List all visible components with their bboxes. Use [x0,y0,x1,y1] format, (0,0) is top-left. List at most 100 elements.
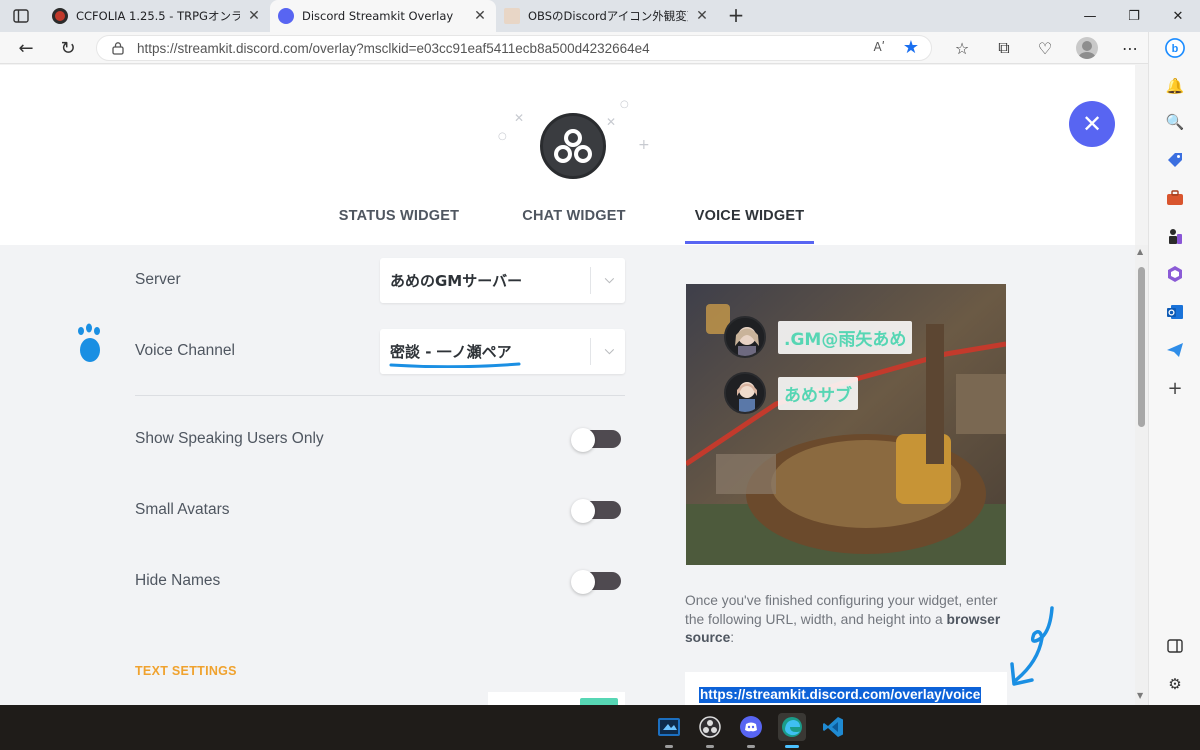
taskbar-obs-icon[interactable] [696,713,724,748]
tab-discord-streamkit[interactable]: Discord Streamkit Overlay ✕ [270,0,496,32]
server-select-value: あめのGMサーバー [390,272,523,290]
toggle-knob [571,499,595,523]
read-aloud-icon[interactable]: Aʹ [873,40,885,54]
hide-names-label: Hide Names [135,572,221,589]
edge-sidebar: b 🔔 🔍 + ⚙ [1148,32,1200,705]
tab-obs-discord[interactable]: OBSのDiscordアイコン外観変更ジェ ✕ [496,0,718,32]
highlight-underline-annotation [389,362,521,368]
preview-username: あめサブ [778,376,858,410]
voice-channel-select-value: 密談 - 一ノ瀬ペア [390,343,512,361]
windows-taskbar [0,705,1200,750]
browser-tab-bar: CCFOLIA 1.25.5 - TRPGオンラインセ ✕ Discord St… [0,0,1200,32]
instructions-colon: : [730,630,735,645]
favorites-list-icon[interactable]: ☆ [950,36,974,60]
server-select[interactable]: あめのGMサーバー ⌵ [380,258,625,303]
favorite-star-icon[interactable]: ★ [903,37,919,58]
chevron-down-icon: ⌵ [604,343,614,357]
bing-chat-icon[interactable]: b [1165,38,1185,58]
tab-chat-widget[interactable]: CHAT WIDGET [514,208,634,244]
games-chess-icon[interactable] [1165,226,1185,246]
page-header: ✕ ○ ○ ✕ + ✕ STATUS WIDGET CHAT WIDGET VO… [0,65,1135,245]
select-divider [590,267,591,294]
preview-user-row: .GM@雨矢あめ [724,316,913,358]
tab-status-widget[interactable]: STATUS WIDGET [333,208,465,244]
discord-favicon-icon [278,8,294,24]
profile-avatar[interactable] [1075,36,1099,60]
restore-icon[interactable]: ❐ [1112,0,1156,32]
tab-voice-widget[interactable]: VOICE WIDGET [685,208,814,244]
new-tab-button[interactable]: + [724,4,748,28]
toggle-knob [571,428,595,452]
ccfolia-favicon-icon [52,8,68,24]
small-avatars-label: Small Avatars [135,501,230,518]
page-scrollbar[interactable]: ▲ ▼ [1135,245,1148,705]
back-arrow-icon[interactable]: ← [12,36,40,60]
running-indicator [665,745,673,748]
tab-actions-icon[interactable] [6,5,36,27]
minimize-icon[interactable]: — [1068,0,1112,32]
running-indicator [747,745,755,748]
close-tab-icon[interactable]: ✕ [246,8,262,24]
tools-briefcase-icon[interactable] [1165,188,1185,208]
running-indicator [785,745,799,748]
collections-icon[interactable]: ⧉ [992,36,1016,60]
chevron-down-icon: ⌵ [604,272,614,286]
taskbar-app-capture-icon[interactable] [655,713,683,748]
scroll-up-icon[interactable]: ▲ [1137,247,1143,256]
show-speaking-users-toggle[interactable] [571,428,621,452]
browser-essentials-icon[interactable]: ♡ [1033,36,1057,60]
obs-article-favicon-icon [504,8,520,24]
user-avatar [724,372,766,414]
url-text: https://streamkit.discord.com/overlay?ms… [137,40,650,56]
lock-icon [112,42,124,55]
sparkle-icon: ○ [620,99,629,110]
shopping-tag-icon[interactable] [1165,150,1185,170]
tab-ccfolia[interactable]: CCFOLIA 1.25.5 - TRPGオンラインセ ✕ [44,0,270,32]
svg-text:b: b [1172,43,1179,55]
preview-user-row: あめサブ [724,372,858,414]
taskbar-vscode-icon[interactable] [819,713,847,741]
close-tab-icon[interactable]: ✕ [472,8,488,24]
address-bar: ← ↻ https://streamkit.discord.com/overla… [0,32,1200,64]
toggle-knob [571,570,595,594]
voice-channel-label: Voice Channel [135,342,235,359]
url-field[interactable]: https://streamkit.discord.com/overlay?ms… [96,35,932,61]
hide-names-toggle[interactable] [571,570,621,594]
sparkle-icon: + [638,137,650,153]
user-avatar [724,316,766,358]
settings-gear-icon[interactable]: ⚙ [1165,674,1185,694]
outlook-icon[interactable] [1165,302,1185,322]
paw-annotation-icon [78,323,100,362]
send-telegram-icon[interactable] [1165,340,1185,360]
overlay-url-text[interactable]: https://streamkit.discord.com/overlay/vo… [699,687,982,703]
text-settings-heading: TEXT SETTINGS [135,664,237,678]
browser-source-instructions: Once you've finished configuring your wi… [685,592,1005,648]
search-icon[interactable]: 🔍 [1165,112,1185,132]
select-divider [590,338,591,365]
close-window-icon[interactable]: ✕ [1156,0,1200,32]
running-indicator [706,745,714,748]
microsoft-365-icon[interactable] [1165,264,1185,284]
close-tab-icon[interactable]: ✕ [694,8,710,24]
tab-title: CCFOLIA 1.25.5 - TRPGオンラインセ [76,9,240,23]
refresh-icon[interactable]: ↻ [54,36,82,60]
tab-title: Discord Streamkit Overlay [302,9,454,23]
add-sidebar-app-icon[interactable]: + [1165,378,1185,399]
taskbar-discord-icon[interactable] [737,713,765,748]
more-options-icon[interactable]: ⋯ [1118,36,1142,60]
tab-title: OBSのDiscordアイコン外観変更ジェ [528,9,688,23]
hide-sidebar-icon[interactable] [1165,636,1185,656]
taskbar-edge-icon[interactable] [778,713,806,748]
sparkle-icon: ✕ [514,111,525,125]
sparkle-icon: ✕ [606,115,617,129]
small-avatars-toggle[interactable] [571,499,621,523]
show-speaking-users-label: Show Speaking Users Only [135,430,324,447]
close-overlay-button[interactable]: ✕ [1069,101,1115,147]
scrollbar-thumb[interactable] [1138,267,1145,427]
preview-username: .GM@雨矢あめ [778,320,913,354]
arrow-annotation [1010,606,1054,686]
scroll-down-icon[interactable]: ▼ [1137,691,1143,700]
server-label: Server [135,271,181,288]
settings-divider [135,395,625,396]
notification-bell-icon[interactable]: 🔔 [1165,76,1185,96]
